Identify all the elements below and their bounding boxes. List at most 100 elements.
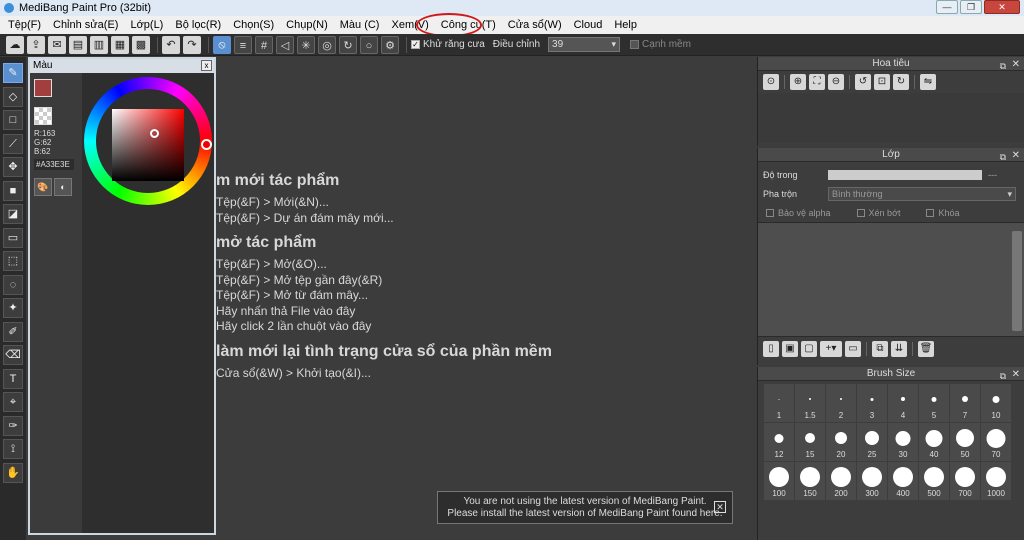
brush-size-option[interactable]: 7: [950, 384, 980, 422]
edge-checkbox[interactable]: [630, 40, 640, 49]
snap-concentric-icon[interactable]: ◎: [318, 35, 336, 54]
menu-filter[interactable]: Bộ lọc(R): [169, 16, 227, 34]
line-tool-icon[interactable]: ⟋: [3, 133, 23, 154]
rectangle-tool-icon[interactable]: □: [3, 110, 23, 130]
trash-icon[interactable]: 🗑: [918, 341, 934, 357]
foreground-color-swatch[interactable]: [34, 79, 52, 97]
brush-size-option[interactable]: 30: [888, 423, 918, 461]
menu-color[interactable]: Màu (C): [334, 16, 386, 34]
brush-tool-icon[interactable]: ✎: [3, 63, 23, 83]
message-icon[interactable]: ▤: [69, 35, 87, 54]
update-notice[interactable]: You are not using the latest version of …: [437, 491, 733, 524]
brush-size-option[interactable]: 100: [764, 462, 794, 500]
protect-alpha-checkbox[interactable]: Bảo vệ alpha: [766, 208, 831, 218]
minimize-button[interactable]: —: [936, 0, 958, 14]
rotate-right-icon[interactable]: ↻: [893, 74, 909, 90]
dropper-tool-icon[interactable]: ✑: [3, 415, 23, 436]
snap-off-icon[interactable]: ⦸: [213, 35, 231, 54]
hue-cursor[interactable]: [201, 139, 212, 150]
cloud-icon[interactable]: ☁: [6, 35, 24, 54]
select-tool-icon[interactable]: ⬚: [3, 251, 23, 271]
add-layer-menu-icon[interactable]: +▾: [820, 341, 842, 357]
hue-wheel[interactable]: [84, 77, 212, 205]
brush-size-option[interactable]: 1: [764, 384, 794, 422]
snap-parallel-icon[interactable]: ≡: [234, 35, 252, 54]
tiles-icon[interactable]: ▩: [132, 35, 150, 54]
close-icon[interactable]: ✕: [1012, 368, 1020, 382]
menu-snap[interactable]: Chụp(N): [280, 16, 334, 34]
brush-size-option[interactable]: 70: [981, 423, 1011, 461]
flip-icon[interactable]: ⇋: [920, 74, 936, 90]
comment-icon[interactable]: ✉: [48, 35, 66, 54]
undo-icon[interactable]: ↶: [162, 35, 180, 54]
brush-size-option[interactable]: 200: [826, 462, 856, 500]
reset-rotation-icon[interactable]: ⊡: [874, 74, 890, 90]
close-icon[interactable]: ✕: [1012, 58, 1020, 72]
close-icon[interactable]: x: [201, 60, 212, 71]
popout-icon[interactable]: ⧉: [1000, 369, 1006, 383]
palette-add-icon[interactable]: ◐: [54, 178, 72, 196]
snap-perspective-icon[interactable]: ◁: [276, 35, 294, 54]
close-icon[interactable]: ✕: [714, 501, 726, 513]
merge-layer-icon[interactable]: ⇊: [891, 341, 907, 357]
clipping-checkbox[interactable]: Xén bớt: [856, 208, 900, 218]
layer-list-scrollbar[interactable]: [1012, 231, 1022, 331]
snap-grid-icon[interactable]: #: [255, 35, 273, 54]
layer-list[interactable]: [758, 222, 1024, 337]
brush-size-option[interactable]: 12: [764, 423, 794, 461]
brush-size-option[interactable]: 1000: [981, 462, 1011, 500]
menu-edit[interactable]: Chỉnh sửa(E): [47, 16, 124, 34]
zoom-in-icon[interactable]: ⊕: [790, 74, 806, 90]
text-tool-icon[interactable]: T: [3, 368, 23, 389]
background-color-swatch[interactable]: [34, 107, 52, 125]
menu-file[interactable]: Tệp(F): [2, 16, 47, 34]
eyedropper-tool-icon[interactable]: ⟟: [3, 439, 23, 459]
select-pen-tool-icon[interactable]: ✐: [3, 321, 23, 342]
blend-dropdown[interactable]: Bình thường: [828, 186, 1016, 201]
opacity-slider[interactable]: [828, 169, 982, 180]
fill-rect-tool-icon[interactable]: ■: [3, 180, 23, 201]
brush-size-option[interactable]: 150: [795, 462, 825, 500]
layers-grid-icon[interactable]: ▦: [111, 35, 129, 54]
duplicate-layer-icon[interactable]: ⧉: [872, 341, 888, 357]
hand-tool-icon[interactable]: ✋: [3, 462, 23, 483]
gradient-tool-icon[interactable]: ▭: [3, 227, 23, 248]
brush-size-option[interactable]: 700: [950, 462, 980, 500]
redo-icon[interactable]: ↷: [183, 35, 201, 54]
brush-size-option[interactable]: 20: [826, 423, 856, 461]
palette-icon[interactable]: 🎨: [34, 178, 52, 196]
snap-settings-icon[interactable]: ⚙: [381, 35, 399, 54]
brush-size-option[interactable]: 300: [857, 462, 887, 500]
folder-icon[interactable]: ▭: [845, 341, 861, 357]
brush-size-option[interactable]: 5: [919, 384, 949, 422]
brush-size-option[interactable]: 25: [857, 423, 887, 461]
menu-select[interactable]: Chọn(S): [227, 16, 280, 34]
menu-window[interactable]: Cửa sổ(W): [502, 16, 568, 34]
maximize-button[interactable]: ❐: [960, 0, 982, 14]
canvas-area[interactable]: m mới tác phẩm Tệp(&F) > Mới(&N)... Tệp(…: [216, 57, 756, 540]
close-icon[interactable]: ✕: [1012, 149, 1020, 163]
popout-icon[interactable]: ⧉: [1000, 150, 1006, 164]
brush-size-option[interactable]: 4: [888, 384, 918, 422]
brush-size-option[interactable]: 1.5: [795, 384, 825, 422]
popout-icon[interactable]: ⧉: [1000, 59, 1006, 73]
brush-size-option[interactable]: 10: [981, 384, 1011, 422]
sv-cursor[interactable]: [150, 129, 159, 138]
fit-window-icon[interactable]: ⛶: [809, 74, 825, 90]
brush-size-option[interactable]: 15: [795, 423, 825, 461]
select-eraser-tool-icon[interactable]: ⌫: [3, 345, 23, 365]
export-icon[interactable]: ⇪: [27, 35, 45, 54]
navigator-preview[interactable]: [758, 93, 1024, 142]
new-1bit-layer-icon[interactable]: ▢: [801, 341, 817, 357]
rotate-left-icon[interactable]: ↺: [855, 74, 871, 90]
snap-radial-icon[interactable]: ✳: [297, 35, 315, 54]
saturation-value-square[interactable]: [112, 109, 184, 181]
eraser-tool-icon[interactable]: ◇: [3, 86, 23, 107]
zoom-out-icon[interactable]: ⊖: [828, 74, 844, 90]
brush-size-option[interactable]: 50: [950, 423, 980, 461]
new-layer-icon[interactable]: ▯: [763, 341, 779, 357]
move-tool-icon[interactable]: ✥: [3, 157, 23, 177]
adjust-dropdown[interactable]: 39: [548, 37, 621, 52]
menu-help[interactable]: Help: [608, 16, 643, 34]
bucket-tool-icon[interactable]: ◪: [3, 204, 23, 224]
